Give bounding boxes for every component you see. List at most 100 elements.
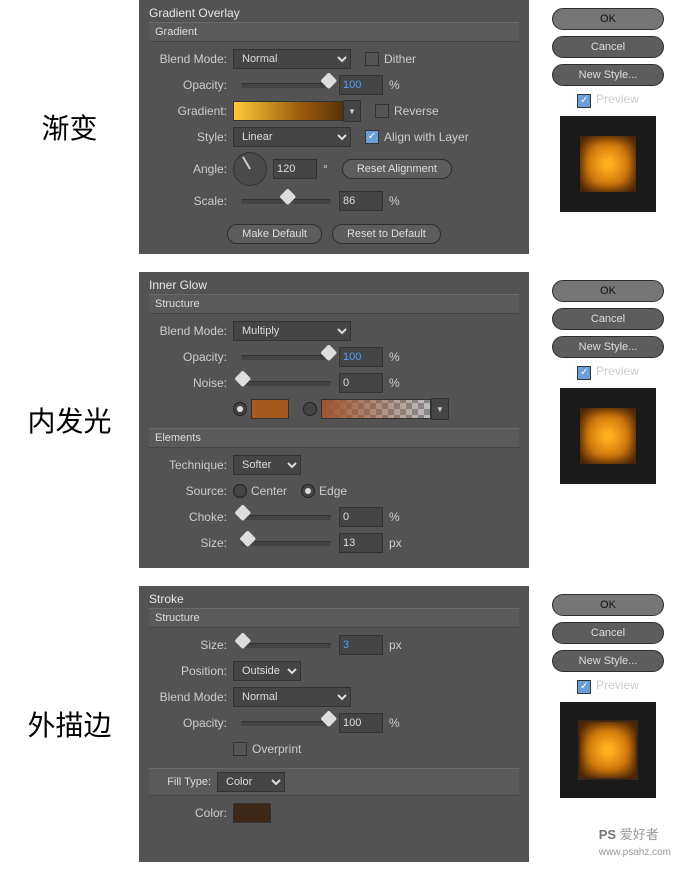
cancel-button[interactable]: Cancel	[552, 308, 664, 330]
blend-mode-select[interactable]: Normal	[233, 49, 351, 69]
preview-checkbox[interactable]	[577, 366, 591, 380]
ok-button[interactable]: OK	[552, 280, 664, 302]
angle-label: Angle:	[149, 162, 233, 176]
preview-label: Preview	[596, 678, 639, 692]
gradient-swatch[interactable]	[233, 101, 343, 121]
choke-label: Choke:	[149, 510, 233, 524]
size-input[interactable]	[339, 533, 383, 553]
blend-mode-label: Blend Mode:	[149, 324, 233, 338]
noise-label: Noise:	[149, 376, 233, 390]
noise-unit: %	[389, 376, 400, 390]
opacity-label: Opacity:	[149, 350, 233, 364]
section-label-stroke: 外描边	[27, 704, 111, 744]
reset-default-button[interactable]: Reset to Default	[332, 224, 441, 244]
cancel-button[interactable]: Cancel	[552, 622, 664, 644]
cancel-button[interactable]: Cancel	[552, 36, 664, 58]
panel-title: Gradient Overlay	[149, 6, 519, 20]
fill-type-select[interactable]: Color	[217, 772, 285, 792]
style-label: Style:	[149, 130, 233, 144]
opacity-slider[interactable]	[241, 355, 331, 360]
opacity-input[interactable]	[339, 75, 383, 95]
gradient-dropdown-icon[interactable]: ▼	[343, 100, 361, 122]
glow-gradient-swatch[interactable]	[321, 399, 431, 419]
opacity-input[interactable]	[339, 347, 383, 367]
side-panel: OK Cancel New Style... Preview	[537, 586, 679, 862]
side-panel: OK Cancel New Style... Preview	[537, 272, 679, 568]
section-label-gradient: 渐变	[41, 107, 97, 147]
section-label-innerglow: 内发光	[27, 400, 111, 440]
panel-title: Stroke	[149, 592, 519, 606]
panel-subtitle: Structure	[149, 294, 519, 314]
reverse-checkbox[interactable]	[375, 104, 389, 118]
inner-glow-panel: Inner Glow Structure Blend Mode: Multipl…	[139, 272, 529, 568]
gradient-label: Gradient:	[149, 104, 233, 118]
scale-label: Scale:	[149, 194, 233, 208]
overprint-checkbox[interactable]	[233, 742, 247, 756]
dither-checkbox[interactable]	[365, 52, 379, 66]
center-label: Center	[251, 484, 287, 498]
size-unit: px	[389, 536, 402, 550]
size-label: Size:	[149, 638, 233, 652]
opacity-slider[interactable]	[241, 83, 331, 88]
size-unit: px	[389, 638, 402, 652]
size-slider[interactable]	[241, 643, 331, 648]
source-center-radio[interactable]	[233, 484, 247, 498]
color-radio[interactable]	[233, 402, 247, 416]
new-style-button[interactable]: New Style...	[552, 64, 664, 86]
watermark: PS 爱好者 www.psahz.com	[599, 824, 671, 858]
dither-label: Dither	[384, 52, 416, 66]
position-select[interactable]: Outside	[233, 661, 301, 681]
side-panel: OK Cancel New Style... Preview	[537, 0, 679, 254]
scale-unit: %	[389, 194, 400, 208]
choke-input[interactable]	[339, 507, 383, 527]
size-label: Size:	[149, 536, 233, 550]
size-input[interactable]	[339, 635, 383, 655]
preview-swatch	[560, 388, 656, 484]
preview-label: Preview	[596, 364, 639, 378]
fill-type-label: Fill Type:	[155, 776, 217, 788]
opacity-label: Opacity:	[149, 716, 233, 730]
style-select[interactable]: Linear	[233, 127, 351, 147]
preview-checkbox[interactable]	[577, 94, 591, 108]
stroke-color-swatch[interactable]	[233, 803, 271, 823]
preview-checkbox[interactable]	[577, 680, 591, 694]
opacity-unit: %	[389, 350, 400, 364]
ok-button[interactable]: OK	[552, 8, 664, 30]
gradient-overlay-panel: Gradient Overlay Gradient Blend Mode: No…	[139, 0, 529, 254]
stroke-panel: Stroke Structure Size: px Position: Outs…	[139, 586, 529, 862]
blend-mode-label: Blend Mode:	[149, 690, 233, 704]
source-label: Source:	[149, 484, 233, 498]
panel-subtitle: Structure	[149, 608, 519, 628]
size-slider[interactable]	[241, 541, 331, 546]
new-style-button[interactable]: New Style...	[552, 336, 664, 358]
gradient-radio[interactable]	[303, 402, 317, 416]
technique-select[interactable]: Softer	[233, 455, 301, 475]
angle-dial[interactable]	[233, 152, 267, 186]
preview-swatch	[560, 702, 656, 798]
choke-slider[interactable]	[241, 515, 331, 520]
angle-unit: °	[323, 162, 328, 176]
preview-label: Preview	[596, 92, 639, 106]
noise-slider[interactable]	[241, 381, 331, 386]
blend-mode-select[interactable]: Multiply	[233, 321, 351, 341]
opacity-unit: %	[389, 78, 400, 92]
opacity-unit: %	[389, 716, 400, 730]
make-default-button[interactable]: Make Default	[227, 224, 322, 244]
opacity-input[interactable]	[339, 713, 383, 733]
opacity-slider[interactable]	[241, 721, 331, 726]
align-layer-checkbox[interactable]	[365, 130, 379, 144]
noise-input[interactable]	[339, 373, 383, 393]
new-style-button[interactable]: New Style...	[552, 650, 664, 672]
scale-slider[interactable]	[241, 199, 331, 204]
glow-gradient-dropdown-icon[interactable]: ▼	[431, 398, 449, 420]
scale-input[interactable]	[339, 191, 383, 211]
glow-color-swatch[interactable]	[251, 399, 289, 419]
blend-mode-select[interactable]: Normal	[233, 687, 351, 707]
ok-button[interactable]: OK	[552, 594, 664, 616]
reset-alignment-button[interactable]: Reset Alignment	[342, 159, 452, 179]
source-edge-radio[interactable]	[301, 484, 315, 498]
opacity-label: Opacity:	[149, 78, 233, 92]
angle-input[interactable]	[273, 159, 317, 179]
preview-swatch	[560, 116, 656, 212]
edge-label: Edge	[319, 484, 347, 498]
